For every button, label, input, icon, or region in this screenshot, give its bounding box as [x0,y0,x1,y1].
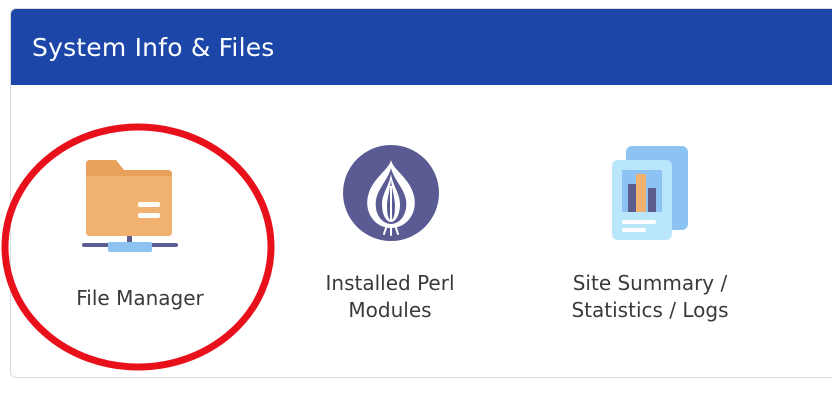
site-summary-label: Site Summary / Statistics / Logs [571,271,729,322]
panel-header: System Info & Files [11,9,832,85]
perl-onion-icon [343,145,439,241]
panel-title: System Info & Files [32,32,275,62]
file-manager-link[interactable]: File Manager [40,150,240,320]
file-manager-label: File Manager [76,286,204,310]
perl-modules-label: Installed Perl Modules [325,271,455,322]
site-summary-statistics-logs-link[interactable]: Site Summary / Statistics / Logs [550,140,750,330]
statistics-document-icon [612,146,688,240]
folder-network-icon [82,160,178,252]
perl-modules-link[interactable]: Installed Perl Modules [290,140,490,330]
